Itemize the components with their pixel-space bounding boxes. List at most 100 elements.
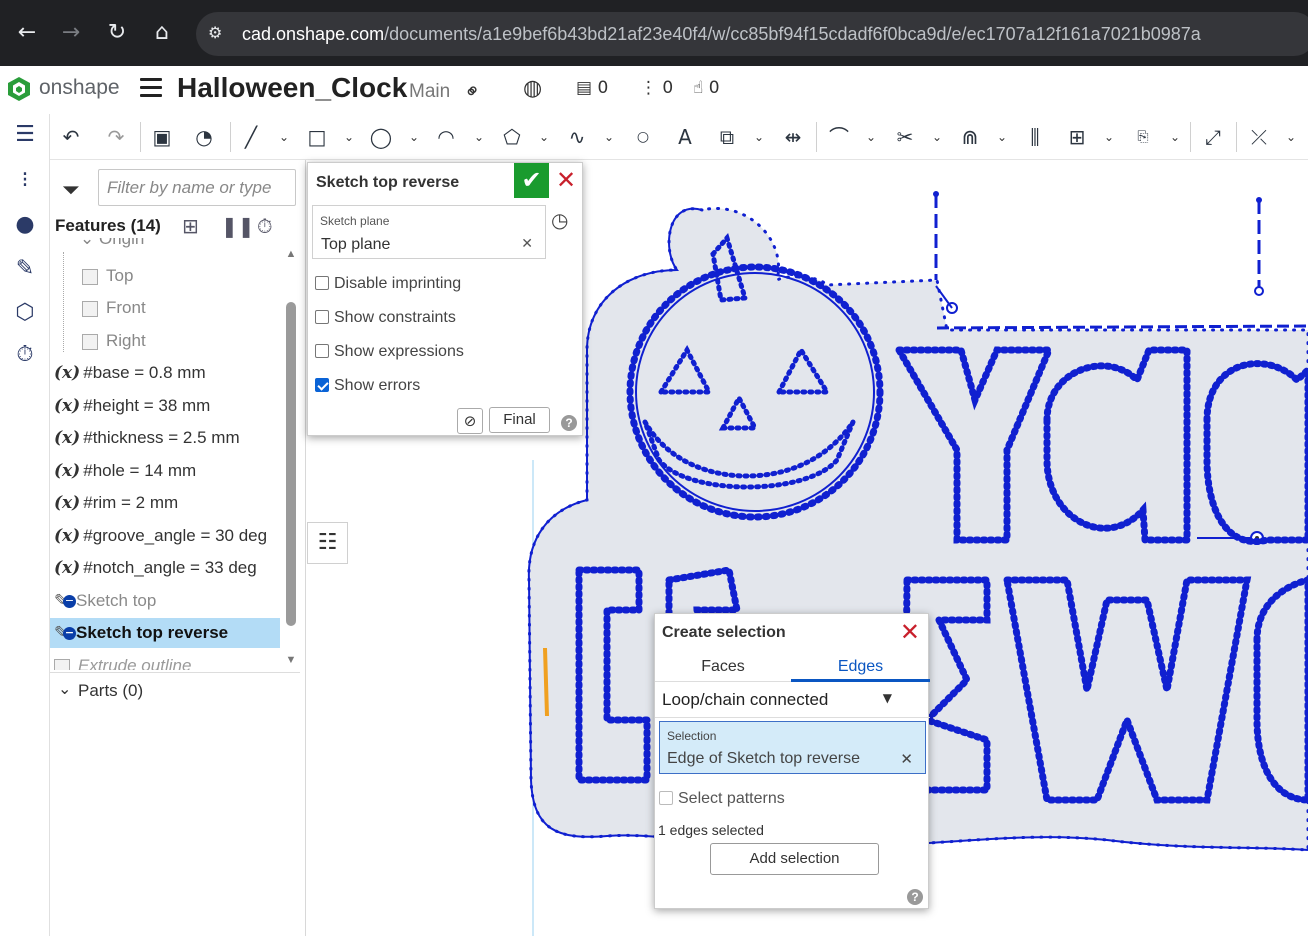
chevron-down-icon[interactable]: ⌄ — [1102, 124, 1116, 150]
arc-tool-icon[interactable]: ◠ — [433, 124, 459, 150]
stopwatch-icon[interactable]: ⏱ — [257, 214, 273, 238]
reload-icon[interactable]: ↻ — [102, 18, 132, 48]
chevron-down-icon[interactable]: ⌄ — [752, 124, 766, 150]
back-arrow-icon[interactable]: ← — [12, 18, 42, 48]
filter-input[interactable] — [98, 169, 296, 206]
chevron-down-icon[interactable]: ⌄ — [537, 124, 551, 150]
chevron-down-icon[interactable]: ⌄ — [1168, 124, 1182, 150]
chevron-down-icon[interactable]: ⌄ — [602, 124, 616, 150]
history-clock-icon[interactable]: ◷ — [551, 208, 575, 232]
feature-list-icon[interactable]: ☰ — [10, 122, 40, 152]
scroll-down-icon[interactable]: ▼ — [284, 654, 298, 666]
chevron-down-icon[interactable]: ⌄ — [930, 124, 944, 150]
close-icon[interactable]: ✕ — [900, 618, 920, 646]
chevron-down-icon[interactable]: ⌄ — [472, 124, 486, 150]
list-toggle-icon[interactable]: ☷ — [307, 522, 348, 564]
brand-name[interactable]: onshape — [39, 76, 120, 100]
sketch-icon[interactable]: ▣ — [149, 124, 175, 150]
versions-stat[interactable]: ▤ 0 — [576, 78, 608, 98]
timer-icon[interactable]: ⏱ — [10, 342, 40, 372]
parts-section[interactable]: ⌄ Parts (0) — [50, 672, 300, 706]
mirror-tool-icon[interactable]: ⫼ — [1022, 124, 1048, 150]
help-icon[interactable]: ? — [561, 415, 577, 431]
offset-tool-icon[interactable]: ⋒ — [957, 124, 983, 150]
document-title[interactable]: Halloween_Clock — [177, 72, 407, 104]
pause-icon[interactable]: ❚❚ — [221, 214, 255, 238]
undo-icon[interactable]: ↶ — [58, 124, 84, 150]
line-tool-icon[interactable]: ╱ — [238, 124, 264, 150]
redo-icon[interactable]: ↷ — [103, 124, 129, 150]
link-icon[interactable]: ⚭ — [458, 77, 487, 106]
feature-item-sketch-top[interactable]: ✎ − Sketch top — [54, 586, 156, 616]
show-expressions-checkbox[interactable]: Show expressions — [315, 343, 464, 361]
accept-check-icon[interactable]: ✔ — [514, 163, 549, 198]
filter-icon[interactable]: ⏷ — [62, 178, 80, 203]
likes-stat[interactable]: ☝ 0 — [693, 78, 720, 98]
onshape-logo-icon[interactable] — [6, 76, 32, 102]
branch-name[interactable]: Main — [409, 81, 450, 103]
use-tool-icon[interactable]: ⧉ — [714, 124, 740, 150]
circle-tool-icon[interactable]: ◯ — [368, 124, 394, 150]
dxf-import-icon[interactable]: ⎘ — [1130, 124, 1156, 150]
clear-x-icon[interactable]: ✕ — [900, 750, 913, 768]
url-text[interactable]: cad.onshape.com/documents/a1e9bef6b43bd2… — [242, 24, 1201, 45]
cancel-close-icon[interactable]: ✕ — [551, 163, 581, 198]
comments-icon[interactable]: ● — [10, 212, 40, 242]
checkbox[interactable] — [315, 344, 329, 358]
checkbox[interactable] — [659, 791, 673, 805]
chevron-down-icon[interactable]: ⌄ — [407, 124, 421, 150]
feature-item-variable[interactable]: (x) #rim = 2 mm — [54, 488, 178, 518]
feature-item-extrude-outline[interactable]: Extrude outline — [54, 651, 191, 670]
add-folder-icon[interactable]: ⊞ — [182, 214, 199, 238]
chevron-down-icon[interactable]: ⌄ — [1284, 124, 1298, 150]
select-patterns-checkbox[interactable]: Select patterns — [659, 790, 785, 808]
sketch-solve-icon[interactable]: ⊘ — [457, 408, 483, 434]
feature-item-variable[interactable]: (x) #height = 38 mm — [54, 391, 210, 421]
globe-icon[interactable]: ◍ — [523, 76, 542, 101]
add-selection-button[interactable]: Add selection — [710, 843, 879, 875]
feature-scrollbar[interactable]: ▲ ▼ — [284, 248, 298, 668]
point-tool-icon[interactable]: ○ — [630, 124, 656, 150]
feature-item-front[interactable]: Front — [82, 293, 146, 323]
construction-tool-icon[interactable]: ⤫ — [1246, 124, 1272, 150]
feature-item-origin[interactable]: ⌄ Origin — [80, 238, 144, 254]
checkbox-checked[interactable] — [315, 378, 329, 392]
feature-item-sketch-top-reverse[interactable]: ✎ − Sketch top reverse — [50, 618, 280, 648]
dropdown-arrow-icon[interactable]: ▼ — [883, 691, 892, 705]
feature-item-variable[interactable]: (x) #notch_angle = 33 deg — [54, 553, 257, 583]
selection-mode-select[interactable]: Loop/chain connected ▼ — [655, 682, 930, 718]
tab-faces[interactable]: Faces — [655, 652, 791, 682]
add-feature-icon[interactable]: ⁝ — [10, 168, 40, 198]
help-icon[interactable]: ? — [907, 889, 923, 905]
dimension-tool-icon[interactable]: ⇹ — [780, 124, 806, 150]
clear-x-icon[interactable]: ✕ — [521, 236, 533, 252]
chevron-down-icon[interactable]: ⌄ — [995, 124, 1009, 150]
feature-item-right[interactable]: Right — [82, 326, 146, 356]
chevron-down-icon[interactable]: ⌄ — [342, 124, 356, 150]
disable-imprinting-checkbox[interactable]: Disable imprinting — [315, 275, 461, 293]
feature-item-variable[interactable]: (x) #thickness = 2.5 mm — [54, 423, 240, 453]
scroll-up-icon[interactable]: ▲ — [284, 248, 298, 260]
feature-item-variable[interactable]: (x) #base = 0.8 mm — [54, 358, 206, 388]
final-button[interactable]: Final — [489, 407, 550, 433]
address-bar[interactable]: ⚙ cad.onshape.com/documents/a1e9bef6b43b… — [196, 12, 1308, 56]
sketch-plane-field[interactable]: Sketch plane Top plane ✕ — [312, 205, 546, 259]
feature-item-top[interactable]: Top — [82, 261, 133, 291]
chevron-down-icon[interactable]: ⌄ — [277, 124, 291, 150]
checkbox[interactable] — [315, 276, 329, 290]
pattern-tool-icon[interactable]: ⊞ — [1064, 124, 1090, 150]
rectangle-tool-icon[interactable]: □ — [304, 124, 330, 150]
branches-stat[interactable]: ⋮ 0 — [640, 78, 673, 98]
polygon-tool-icon[interactable]: ⬠ — [499, 124, 525, 150]
checkbox[interactable] — [315, 310, 329, 324]
chevron-down-icon[interactable]: ⌄ — [58, 679, 71, 698]
show-constraints-checkbox[interactable]: Show constraints — [315, 309, 456, 327]
trim-tool-icon[interactable]: ✂ — [892, 124, 918, 150]
site-settings-icon[interactable]: ⚙ — [208, 23, 230, 45]
spline-tool-icon[interactable]: ∿ — [564, 124, 590, 150]
text-tool-icon[interactable]: A — [672, 124, 698, 150]
show-errors-checkbox[interactable]: Show errors — [315, 377, 420, 395]
extrude-icon[interactable]: ◔ — [191, 124, 217, 150]
scroll-thumb[interactable] — [286, 302, 296, 626]
tab-edges[interactable]: Edges — [791, 652, 930, 682]
